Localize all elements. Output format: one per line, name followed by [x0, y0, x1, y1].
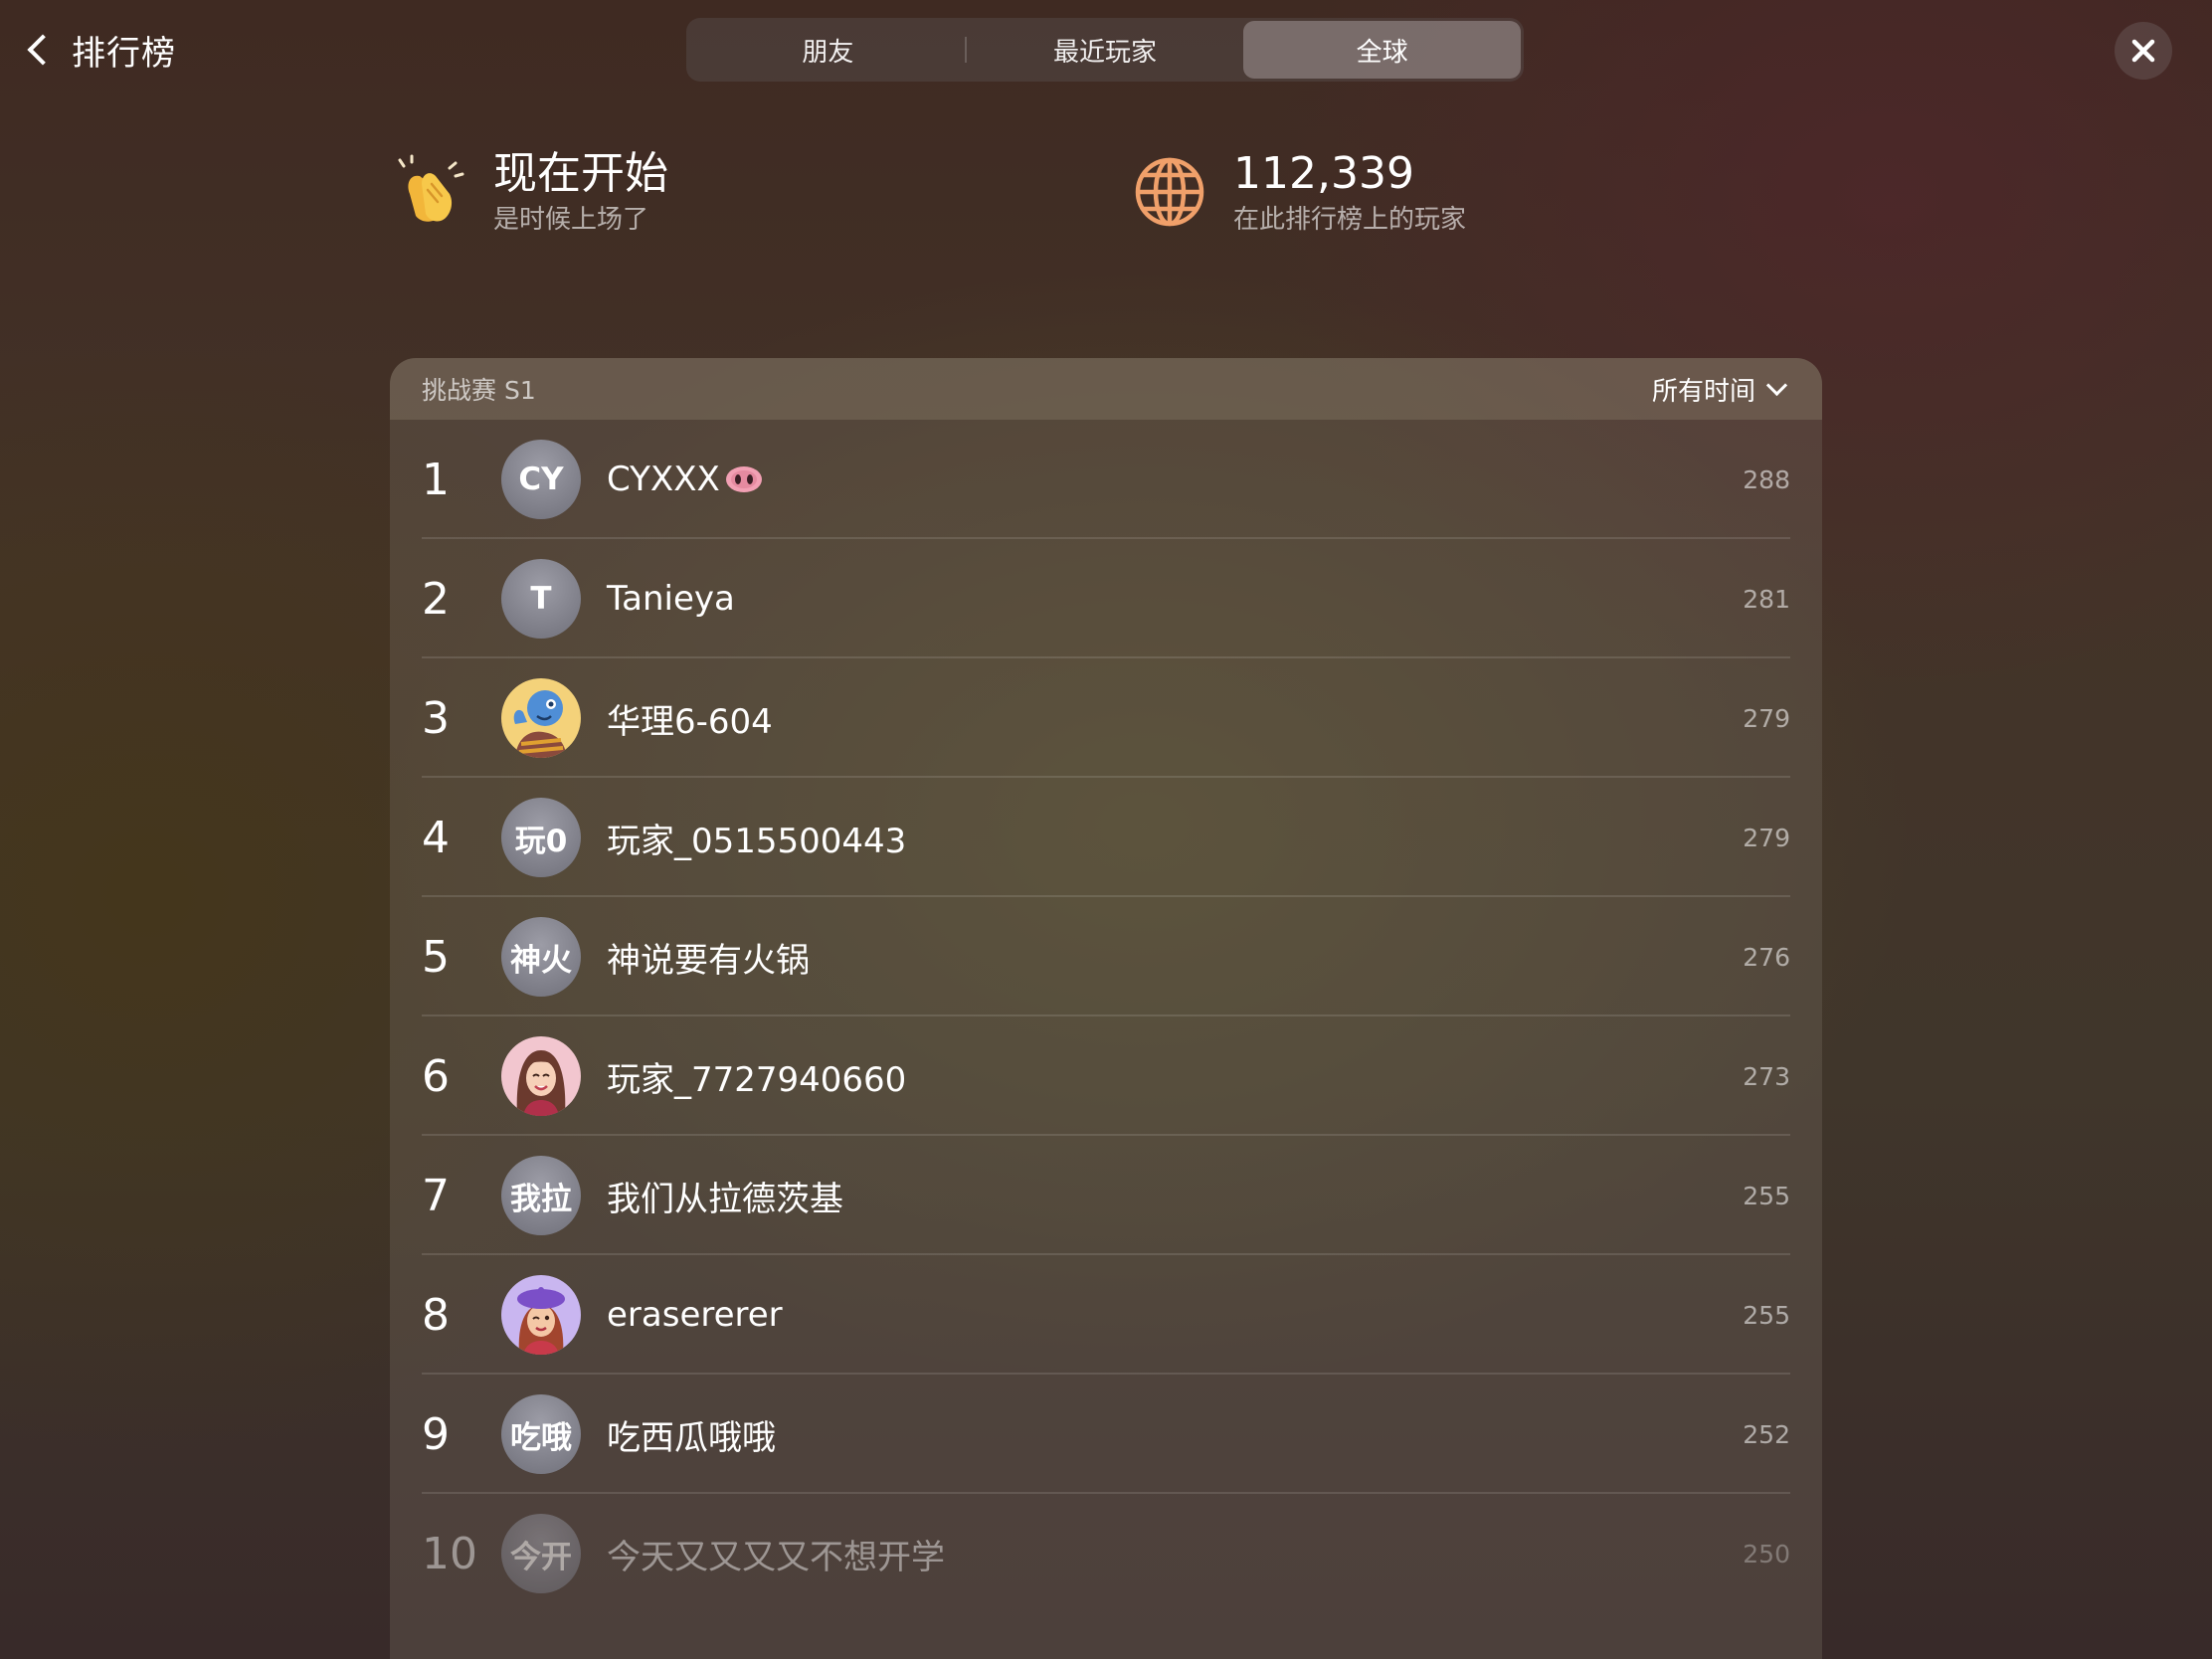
score: 252: [1743, 1419, 1790, 1449]
leaderboard-row[interactable]: 9 吃哦 吃西瓜哦哦 252: [390, 1375, 1822, 1494]
score: 273: [1743, 1061, 1790, 1091]
rank-number: 1: [422, 454, 450, 505]
player-name: 玩家_0515500443: [607, 821, 907, 861]
tab-global[interactable]: 全球: [1243, 21, 1522, 79]
rank-number: 8: [422, 1289, 450, 1341]
player-name: CYXXX: [607, 460, 1743, 499]
player-name: 神说要有火锅: [607, 940, 810, 981]
leaderboard-row[interactable]: 5 神火 神说要有火锅 276: [390, 897, 1822, 1016]
avatar: 玩0: [501, 798, 581, 877]
chevron-left-icon: [27, 34, 59, 66]
leaderboard-row[interactable]: 10 今开 今天又又又又不想开学 250: [390, 1494, 1822, 1613]
score: 279: [1743, 823, 1790, 852]
leaderboard-row[interactable]: 6 玩家_7727940660 273: [390, 1016, 1822, 1136]
rank-number: 4: [422, 812, 450, 863]
back-label: 排行榜: [72, 33, 176, 74]
leaderboard-row[interactable]: 2 T Tanieya 281: [390, 539, 1822, 658]
memoji-avatar-icon: [501, 1036, 581, 1116]
close-button[interactable]: [2115, 22, 2172, 80]
avatar: 今开: [501, 1514, 581, 1593]
stat-title: 现在开始: [493, 148, 668, 199]
clapping-hands-icon: [390, 152, 469, 232]
leaderboard-scope-tabs: 朋友 最近玩家 全球: [686, 18, 1524, 82]
stat-player-count: 112,339 在此排行榜上的玩家: [1130, 147, 1466, 237]
score: 250: [1743, 1539, 1790, 1568]
leaderboard-title: 挑战赛 S1: [422, 376, 536, 405]
score: 281: [1743, 584, 1790, 614]
close-icon: [2131, 39, 2155, 63]
score: 279: [1743, 703, 1790, 733]
player-name: 玩家_7727940660: [607, 1059, 907, 1100]
leaderboard-panel: 挑战赛 S1 所有时间 1 CY CYXXX 288 2 T Tanieya 2…: [390, 358, 1822, 1659]
player-name: 我们从拉德茨基: [607, 1179, 843, 1219]
player-name: 今天又又又又不想开学: [607, 1537, 945, 1577]
avatar: 我拉: [501, 1156, 581, 1235]
player-name-text: CYXXX: [607, 460, 720, 499]
rank-number: 9: [422, 1408, 450, 1460]
score: 288: [1743, 464, 1790, 494]
tab-friends[interactable]: 朋友: [689, 21, 967, 79]
leaderboard-header: 挑战赛 S1 所有时间: [390, 358, 1822, 420]
globe-icon: [1130, 152, 1209, 232]
time-filter-dropdown[interactable]: 所有时间: [1651, 371, 1788, 408]
player-count-label: 在此排行榜上的玩家: [1233, 205, 1467, 235]
leaderboard-row[interactable]: 7 我拉 我们从拉德茨基 255: [390, 1136, 1822, 1255]
player-count: 112,339: [1233, 148, 1414, 199]
rank-number: 7: [422, 1170, 450, 1221]
player-name: Tanieya: [607, 579, 735, 619]
time-filter-label: 所有时间: [1651, 376, 1755, 407]
back-button[interactable]: 排行榜: [22, 22, 176, 78]
leaderboard-row[interactable]: 4 玩0 玩家_0515500443 279: [390, 778, 1822, 897]
rank-number: 10: [422, 1528, 477, 1579]
tab-recent-players[interactable]: 最近玩家: [967, 21, 1244, 79]
leaderboard-row[interactable]: 8 erasererer 255: [390, 1255, 1822, 1375]
pig-nose-emoji-icon: [725, 466, 762, 492]
leaderboard-row[interactable]: 3 华理6-604 279: [390, 658, 1822, 778]
rank-number: 3: [422, 692, 450, 744]
score: 255: [1743, 1181, 1790, 1210]
avatar: T: [501, 559, 581, 639]
stat-start-now: 现在开始 是时候上场了: [390, 147, 668, 237]
stat-subtitle: 是时候上场了: [493, 205, 649, 235]
leaderboard-row[interactable]: 1 CY CYXXX 288: [390, 420, 1822, 539]
score: 276: [1743, 942, 1790, 972]
avatar: 神火: [501, 917, 581, 997]
memoji-avatar-icon: [501, 1275, 581, 1355]
rank-number: 5: [422, 931, 450, 983]
chevron-down-icon: [1765, 374, 1788, 396]
rank-number: 2: [422, 573, 450, 625]
score: 255: [1743, 1300, 1790, 1330]
rank-number: 6: [422, 1050, 450, 1102]
player-name: erasererer: [607, 1295, 783, 1335]
avatar: 吃哦: [501, 1394, 581, 1474]
player-name: 吃西瓜哦哦: [607, 1417, 776, 1458]
player-name: 华理6-604: [607, 701, 773, 742]
memoji-avatar-icon: [501, 678, 581, 758]
avatar: CY: [501, 440, 581, 519]
